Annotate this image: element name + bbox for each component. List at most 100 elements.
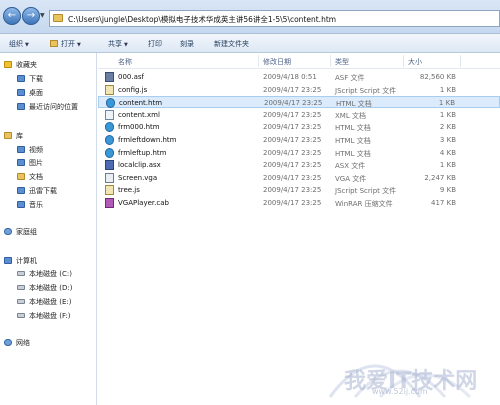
- column-divider[interactable]: [403, 55, 404, 67]
- sidebar-computer-label: 计算机: [16, 257, 37, 265]
- recent-pages-chevron-icon[interactable]: ▼: [40, 12, 45, 19]
- file-size: 4 KB: [439, 148, 456, 157]
- ie-file-icon: [106, 98, 115, 109]
- back-arrow-icon[interactable]: ←: [3, 7, 21, 25]
- network-icon: [4, 339, 12, 346]
- file-modified-date: 2009/4/17 23:25: [263, 85, 322, 94]
- file-name: Screen.vga: [118, 173, 158, 182]
- vga-file-icon: [105, 172, 114, 183]
- file-name: frmleftdown.htm: [118, 136, 177, 144]
- forward-arrow-icon[interactable]: →: [22, 7, 40, 25]
- file-row[interactable]: frmleftdown.htm 2009/4/17 23:25 HTML 文档 3 K…: [98, 134, 500, 146]
- watermark: 我爱IT技术网 www.52ij.com: [320, 345, 490, 400]
- document-icon: [17, 173, 25, 180]
- file-modified-date: 2009/4/17 23:25: [263, 161, 322, 170]
- column-header-name[interactable]: 名称: [118, 57, 132, 67]
- file-type: JScript Script 文件: [335, 187, 397, 196]
- new-folder-label: 新建文件夹: [214, 40, 249, 48]
- music-icon: [17, 201, 25, 208]
- file-type: ASF 文件: [335, 74, 365, 82]
- file-size: 82,560 KB: [419, 73, 456, 81]
- chevron-down-icon: ▼: [124, 42, 128, 48]
- burn-button[interactable]: 刻录: [180, 39, 194, 49]
- file-size: 2 KB: [439, 123, 456, 132]
- navigation-pane: 收藏夹 下载 桌面 最近访问的位置 库 视频 图片 文档 迅雷下载 音乐 家庭组: [0, 53, 97, 405]
- sidebar-item-label: 桌面: [29, 89, 43, 97]
- file-type: ASX 文件: [335, 162, 366, 171]
- sidebar-item-label: 迅雷下载: [29, 187, 57, 195]
- recent-places-icon: [17, 103, 25, 110]
- file-modified-date: 2009/4/17 23:25: [264, 99, 323, 108]
- sidebar-item-label: 本地磁盘 (D:): [29, 284, 73, 292]
- js-file-icon: [105, 185, 114, 196]
- file-size: 3 KB: [439, 136, 456, 144]
- sidebar-item-label: 视频: [29, 146, 43, 154]
- downloads-folder-icon: [17, 75, 25, 82]
- column-divider[interactable]: [258, 55, 259, 67]
- sidebar-item-label: 图片: [29, 159, 43, 167]
- star-icon: [4, 61, 12, 68]
- file-modified-date: 2009/4/17 23:25: [263, 173, 322, 182]
- hard-drive-icon: [17, 313, 25, 318]
- file-type: XML 文档: [335, 111, 366, 120]
- computer-icon: [4, 257, 12, 264]
- sidebar-favorites-label: 收藏夹: [16, 61, 37, 69]
- file-name: frm000.htm: [118, 123, 160, 132]
- column-header-size[interactable]: 大小: [408, 57, 422, 67]
- file-row[interactable]: frm000.htm 2009/4/17 23:25 HTML 文档 2 KB: [98, 121, 500, 133]
- ie-file-icon: [105, 122, 114, 133]
- file-row[interactable]: content.htm 2009/4/17 23:25 HTML 文档 1 KB: [98, 96, 500, 109]
- organize-button[interactable]: 组织 ▼: [9, 39, 29, 49]
- file-name: content.htm: [119, 99, 163, 108]
- file-name: VGAPlayer.cab: [118, 199, 169, 207]
- file-size: 1 KB: [439, 85, 456, 94]
- asf-file-icon: [105, 72, 114, 82]
- share-button[interactable]: 共享 ▼: [108, 39, 128, 49]
- file-modified-date: 2009/4/17 23:25: [263, 148, 322, 157]
- hard-drive-icon: [17, 285, 25, 290]
- file-row[interactable]: tree.js 2009/4/17 23:25 JScript Script 文件 9…: [98, 184, 500, 196]
- file-row[interactable]: frmleftup.htm 2009/4/17 23:25 HTML 文档 4 KB: [98, 147, 500, 159]
- file-name: 000.asf: [118, 73, 144, 81]
- file-row[interactable]: 000.asf 2009/4/18 0:51 ASF 文件 82,560 KB: [98, 71, 500, 83]
- column-header-date[interactable]: 修改日期: [263, 57, 291, 67]
- file-row[interactable]: config.js 2009/4/17 23:25 JScript Script 文…: [98, 84, 500, 96]
- file-row[interactable]: content.xml 2009/4/17 23:25 XML 文档 1 KB: [98, 109, 500, 121]
- file-size: 2,247 KB: [424, 173, 456, 182]
- file-modified-date: 2009/4/18 0:51: [263, 73, 317, 81]
- picture-icon: [17, 159, 25, 166]
- address-path[interactable]: C:\Users\jungle\Desktop\模拟电子技术华成英主讲56讲全1…: [68, 14, 336, 25]
- library-icon: [4, 132, 12, 139]
- file-modified-date: 2009/4/17 23:25: [263, 199, 322, 207]
- sidebar-item-label: 文档: [29, 173, 43, 181]
- file-type: WinRAR 压缩文件: [335, 200, 393, 208]
- file-size: 1 KB: [439, 110, 456, 119]
- file-size: 1 KB: [439, 161, 456, 170]
- xml-file-icon: [105, 109, 114, 120]
- column-header-type[interactable]: 类型: [335, 57, 349, 67]
- address-bar[interactable]: C:\Users\jungle\Desktop\模拟电子技术华成英主讲56讲全1…: [49, 10, 500, 27]
- file-size: 1 KB: [438, 99, 455, 108]
- homegroup-icon: [4, 228, 12, 235]
- asx-file-icon: [105, 160, 114, 171]
- new-folder-button[interactable]: 新建文件夹: [214, 39, 249, 49]
- sidebar-item-label: 下载: [29, 75, 43, 83]
- column-divider[interactable]: [460, 55, 461, 67]
- open-button[interactable]: 打开 ▼: [50, 39, 81, 49]
- burn-label: 刻录: [180, 40, 194, 48]
- file-row[interactable]: VGAPlayer.cab 2009/4/17 23:25 WinRAR 压缩文件 4…: [98, 197, 500, 209]
- share-label: 共享: [108, 40, 122, 48]
- sidebar-item-label: 音乐: [29, 201, 43, 209]
- file-size: 417 KB: [431, 199, 456, 207]
- file-row[interactable]: localclip.asx 2009/4/17 23:25 ASX 文件 1 KB: [98, 159, 500, 171]
- chevron-down-icon: ▼: [77, 42, 81, 48]
- hard-drive-icon: [17, 271, 25, 276]
- print-label: 打印: [148, 40, 162, 48]
- column-header-row: 名称 修改日期 类型 大小: [98, 53, 500, 69]
- column-divider[interactable]: [330, 55, 331, 67]
- chevron-down-icon: ▼: [25, 42, 29, 48]
- file-row[interactable]: Screen.vga 2009/4/17 23:25 VGA 文件 2,247 KB: [98, 172, 500, 184]
- watermark-url: www.52ij.com: [372, 387, 428, 396]
- organize-label: 组织: [9, 40, 23, 48]
- print-button[interactable]: 打印: [148, 39, 162, 49]
